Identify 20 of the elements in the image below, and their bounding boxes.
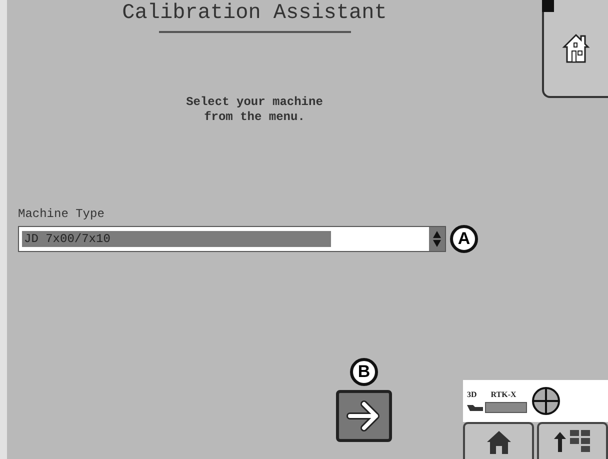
callout-label: B	[350, 358, 378, 386]
layout-button[interactable]	[537, 422, 608, 459]
home-button[interactable]	[463, 422, 534, 459]
house-icon	[486, 430, 512, 454]
screen-title: Calibration Assistant	[122, 2, 387, 25]
next-button[interactable]	[336, 390, 392, 442]
machine-type-dropdown[interactable]: JD 7x00/7x10	[18, 226, 446, 252]
correction-text: RTK-X	[490, 390, 516, 398]
callout-label: A	[450, 225, 478, 253]
mode-text: 3D	[467, 390, 477, 398]
house-icon	[561, 32, 591, 64]
up-down-arrows-icon	[432, 230, 442, 248]
field-label: Machine Type	[18, 207, 106, 221]
vehicle-icon	[467, 404, 483, 410]
home-tab[interactable]	[542, 0, 608, 98]
instruction-text: Select your machine from the menu.	[186, 95, 323, 125]
right-arrow-icon	[346, 400, 382, 432]
signal-bar	[485, 402, 527, 412]
crosshair-icon	[531, 386, 561, 416]
flag-icon	[542, 0, 554, 12]
